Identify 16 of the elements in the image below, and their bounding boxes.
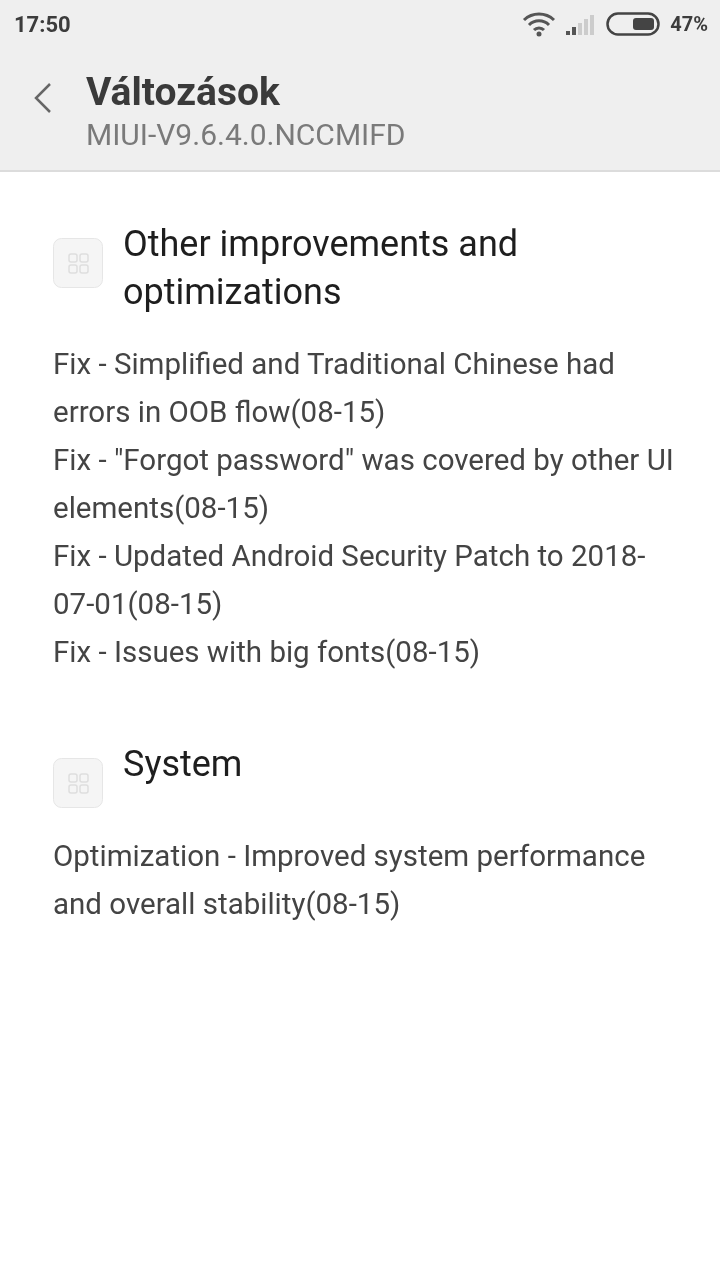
version-subtitle: MIUI-V9.6.4.0.NCCMIFD (86, 116, 406, 154)
battery-percentage: 47% (670, 12, 708, 36)
section-title: Other improvements and optimizations (123, 222, 520, 315)
app-grid-icon (53, 238, 103, 288)
signal-icon (566, 13, 597, 35)
changelog-entry: Fix - "Forgot password" was covered by other UI elements(08-15) (53, 442, 675, 527)
section-title: System (123, 742, 243, 787)
changelog-entry: Optimization - Improved system performance and overall stability(08-15) (53, 838, 647, 923)
changelog-entry: Fix - Issues with big fonts(08-15) (53, 634, 482, 671)
app-grid-icon (53, 758, 103, 808)
status-time: 17:50 (14, 11, 71, 37)
battery-icon (606, 12, 661, 36)
changelog-entry: Fix - Simplified and Traditional Chinese had errors in OOB flow(08-15) (53, 346, 616, 431)
changelog-entry: Fix - Updated Android Security Patch to 2018-07-01(08-15) (53, 538, 647, 623)
page-title: Változások (86, 68, 281, 116)
wifi-icon (522, 11, 557, 37)
